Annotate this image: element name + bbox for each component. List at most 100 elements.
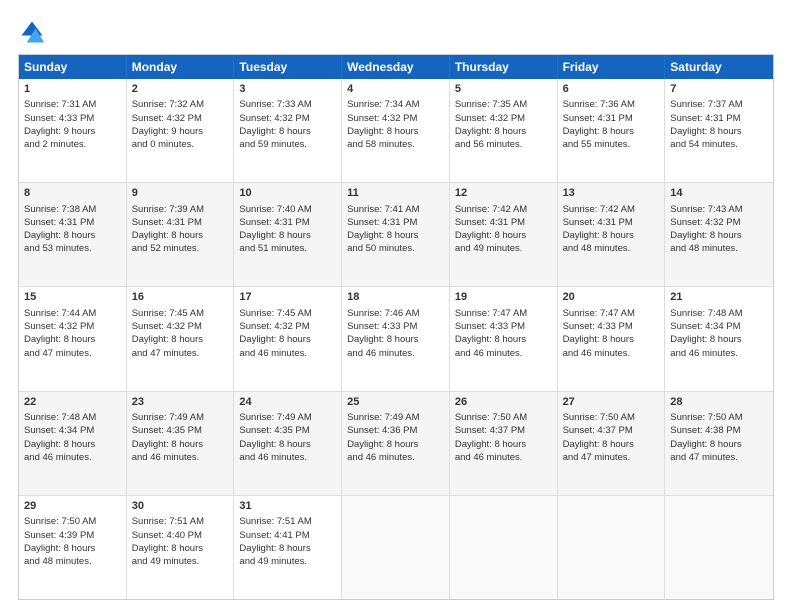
day-info-line-0: Sunrise: 7:35 AM [455, 98, 552, 111]
day-info-line-0: Sunrise: 7:32 AM [132, 98, 229, 111]
day-info-line-1: Sunset: 4:34 PM [24, 424, 121, 437]
calendar-cell: 18Sunrise: 7:46 AMSunset: 4:33 PMDayligh… [342, 287, 450, 390]
day-info-line-3: and 50 minutes. [347, 242, 444, 255]
day-info-line-3: and 2 minutes. [24, 138, 121, 151]
calendar-page: SundayMondayTuesdayWednesdayThursdayFrid… [0, 0, 792, 612]
day-info-line-1: Sunset: 4:33 PM [24, 112, 121, 125]
day-info-line-0: Sunrise: 7:50 AM [670, 411, 768, 424]
logo [18, 18, 50, 46]
day-info-line-1: Sunset: 4:41 PM [239, 529, 336, 542]
calendar-row-5: 29Sunrise: 7:50 AMSunset: 4:39 PMDayligh… [19, 496, 773, 599]
calendar-header: SundayMondayTuesdayWednesdayThursdayFrid… [19, 55, 773, 79]
day-info-line-0: Sunrise: 7:51 AM [239, 515, 336, 528]
day-info-line-3: and 53 minutes. [24, 242, 121, 255]
day-number: 13 [563, 186, 660, 201]
day-info-line-3: and 46 minutes. [347, 347, 444, 360]
day-info-line-1: Sunset: 4:31 PM [239, 216, 336, 229]
day-number: 1 [24, 82, 121, 97]
day-info-line-0: Sunrise: 7:33 AM [239, 98, 336, 111]
day-info-line-1: Sunset: 4:32 PM [132, 320, 229, 333]
day-info-line-2: Daylight: 8 hours [670, 229, 768, 242]
day-number: 16 [132, 290, 229, 305]
day-info-line-0: Sunrise: 7:34 AM [347, 98, 444, 111]
day-info-line-0: Sunrise: 7:45 AM [239, 307, 336, 320]
day-info-line-2: Daylight: 8 hours [347, 229, 444, 242]
day-info-line-2: Daylight: 8 hours [239, 333, 336, 346]
day-info-line-2: Daylight: 8 hours [563, 125, 660, 138]
day-info-line-2: Daylight: 8 hours [132, 438, 229, 451]
day-number: 14 [670, 186, 768, 201]
day-info-line-2: Daylight: 8 hours [670, 125, 768, 138]
day-info-line-0: Sunrise: 7:40 AM [239, 203, 336, 216]
day-info-line-2: Daylight: 8 hours [670, 333, 768, 346]
day-number: 23 [132, 395, 229, 410]
day-info-line-2: Daylight: 8 hours [563, 229, 660, 242]
day-number: 21 [670, 290, 768, 305]
day-number: 15 [24, 290, 121, 305]
day-number: 8 [24, 186, 121, 201]
day-info-line-2: Daylight: 8 hours [24, 333, 121, 346]
calendar-cell: 4Sunrise: 7:34 AMSunset: 4:32 PMDaylight… [342, 79, 450, 182]
day-number: 29 [24, 499, 121, 514]
day-info-line-2: Daylight: 8 hours [347, 333, 444, 346]
calendar-cell: 6Sunrise: 7:36 AMSunset: 4:31 PMDaylight… [558, 79, 666, 182]
day-info-line-2: Daylight: 8 hours [239, 438, 336, 451]
day-info-line-3: and 46 minutes. [347, 451, 444, 464]
calendar-cell [450, 496, 558, 599]
day-info-line-0: Sunrise: 7:51 AM [132, 515, 229, 528]
weekday-header-tuesday: Tuesday [234, 55, 342, 79]
day-info-line-0: Sunrise: 7:31 AM [24, 98, 121, 111]
day-info-line-2: Daylight: 8 hours [455, 438, 552, 451]
day-info-line-2: Daylight: 8 hours [670, 438, 768, 451]
weekday-header-saturday: Saturday [665, 55, 773, 79]
calendar-cell: 19Sunrise: 7:47 AMSunset: 4:33 PMDayligh… [450, 287, 558, 390]
day-info-line-1: Sunset: 4:31 PM [347, 216, 444, 229]
day-info-line-2: Daylight: 8 hours [239, 125, 336, 138]
day-info-line-3: and 48 minutes. [24, 555, 121, 568]
calendar-row-4: 22Sunrise: 7:48 AMSunset: 4:34 PMDayligh… [19, 392, 773, 496]
day-info-line-3: and 47 minutes. [563, 451, 660, 464]
day-info-line-1: Sunset: 4:33 PM [347, 320, 444, 333]
calendar-cell: 27Sunrise: 7:50 AMSunset: 4:37 PMDayligh… [558, 392, 666, 495]
weekday-header-wednesday: Wednesday [342, 55, 450, 79]
day-info-line-0: Sunrise: 7:45 AM [132, 307, 229, 320]
day-info-line-2: Daylight: 8 hours [132, 542, 229, 555]
weekday-header-monday: Monday [127, 55, 235, 79]
calendar-cell: 23Sunrise: 7:49 AMSunset: 4:35 PMDayligh… [127, 392, 235, 495]
day-number: 25 [347, 395, 444, 410]
day-info-line-2: Daylight: 8 hours [455, 333, 552, 346]
calendar-cell: 28Sunrise: 7:50 AMSunset: 4:38 PMDayligh… [665, 392, 773, 495]
day-info-line-2: Daylight: 8 hours [239, 542, 336, 555]
calendar-cell [342, 496, 450, 599]
day-info-line-3: and 47 minutes. [132, 347, 229, 360]
day-info-line-0: Sunrise: 7:43 AM [670, 203, 768, 216]
day-info-line-2: Daylight: 8 hours [563, 333, 660, 346]
calendar-cell: 11Sunrise: 7:41 AMSunset: 4:31 PMDayligh… [342, 183, 450, 286]
day-number: 17 [239, 290, 336, 305]
day-info-line-3: and 46 minutes. [239, 451, 336, 464]
weekday-header-friday: Friday [558, 55, 666, 79]
day-info-line-0: Sunrise: 7:41 AM [347, 203, 444, 216]
day-number: 30 [132, 499, 229, 514]
day-info-line-3: and 59 minutes. [239, 138, 336, 151]
day-info-line-2: Daylight: 8 hours [24, 542, 121, 555]
day-info-line-0: Sunrise: 7:38 AM [24, 203, 121, 216]
day-info-line-0: Sunrise: 7:39 AM [132, 203, 229, 216]
day-info-line-0: Sunrise: 7:48 AM [670, 307, 768, 320]
day-info-line-2: Daylight: 8 hours [24, 438, 121, 451]
day-info-line-0: Sunrise: 7:49 AM [347, 411, 444, 424]
day-info-line-1: Sunset: 4:35 PM [239, 424, 336, 437]
calendar-cell: 15Sunrise: 7:44 AMSunset: 4:32 PMDayligh… [19, 287, 127, 390]
day-info-line-0: Sunrise: 7:50 AM [24, 515, 121, 528]
day-info-line-1: Sunset: 4:31 PM [24, 216, 121, 229]
day-info-line-0: Sunrise: 7:47 AM [563, 307, 660, 320]
day-number: 22 [24, 395, 121, 410]
page-header [18, 18, 774, 46]
calendar-cell: 25Sunrise: 7:49 AMSunset: 4:36 PMDayligh… [342, 392, 450, 495]
day-number: 19 [455, 290, 552, 305]
day-info-line-3: and 0 minutes. [132, 138, 229, 151]
day-info-line-3: and 46 minutes. [670, 347, 768, 360]
day-info-line-1: Sunset: 4:33 PM [455, 320, 552, 333]
day-info-line-1: Sunset: 4:31 PM [563, 216, 660, 229]
day-info-line-3: and 46 minutes. [563, 347, 660, 360]
